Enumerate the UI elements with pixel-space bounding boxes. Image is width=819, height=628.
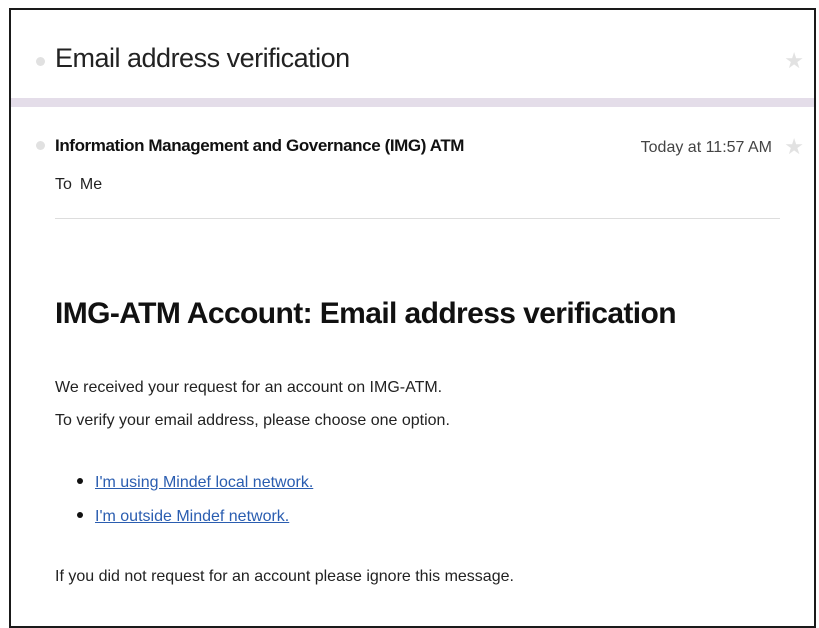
received-time: Today at 11:57 AM	[640, 139, 772, 156]
list-item: I'm using Mindef local network.	[77, 474, 313, 508]
separator-band	[11, 98, 814, 107]
local-network-link[interactable]: I'm using Mindef local network.	[95, 474, 313, 491]
header-divider	[55, 218, 780, 219]
message-star-icon[interactable]: ★	[784, 136, 804, 158]
recipient-line: To Me	[55, 176, 102, 194]
recipient-name[interactable]: Me	[80, 176, 102, 193]
sender-name[interactable]: Information Management and Governance (I…	[55, 136, 464, 156]
to-label: To	[55, 176, 72, 193]
subject-bar: Email address verification ★	[11, 10, 814, 100]
email-body-heading: IMG-ATM Account: Email address verificat…	[55, 297, 677, 330]
star-icon[interactable]: ★	[784, 50, 804, 72]
bullet-icon	[77, 511, 83, 518]
body-paragraph-ignore: If you did not request for an account pl…	[55, 568, 514, 585]
unread-dot-icon[interactable]	[36, 57, 45, 66]
body-paragraph-request: We received your request for an account …	[55, 379, 443, 396]
message-dot-icon[interactable]	[36, 141, 45, 150]
email-subject: Email address verification	[55, 43, 350, 73]
outside-network-link[interactable]: I'm outside Mindef network.	[95, 508, 289, 525]
email-window: Email address verification ★ Information…	[9, 8, 816, 628]
body-paragraph-instruction: To verify your email address, please cho…	[55, 412, 450, 429]
verification-options-list: I'm using Mindef local network. I'm outs…	[77, 474, 313, 542]
list-item: I'm outside Mindef network.	[77, 508, 313, 542]
bullet-icon	[77, 477, 83, 484]
